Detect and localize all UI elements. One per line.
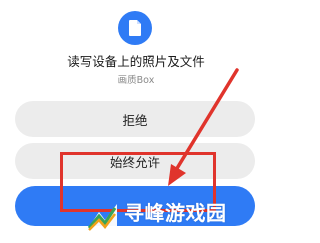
watermark-title: 寻峰游戏园 xyxy=(124,201,227,225)
watermark-subtitle: PEAK SEARCH GAME PARK xyxy=(124,227,231,236)
peak-logo-icon xyxy=(87,204,117,231)
